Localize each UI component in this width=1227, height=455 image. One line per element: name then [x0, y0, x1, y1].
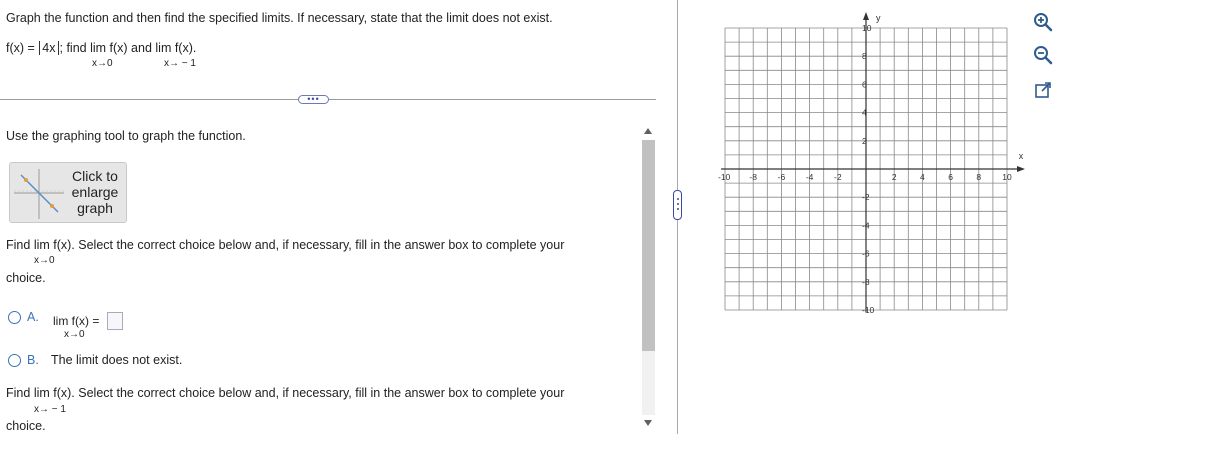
x-tick-label: -4 — [806, 172, 814, 182]
and-text: and — [127, 41, 156, 55]
question-1-prompt: Find lim f(x). Select the correct choice… — [6, 238, 564, 252]
y-tick-label: 10 — [862, 23, 872, 33]
option-b-label[interactable]: B. — [27, 353, 39, 367]
y-axis-label: y — [876, 13, 881, 23]
q1-limit: lim f(x). — [33, 238, 75, 252]
x-tick-label: 2 — [892, 172, 897, 182]
question-2-prompt: Find lim f(x). Select the correct choice… — [6, 386, 564, 400]
instructions-text: Graph the function and then find the spe… — [6, 11, 553, 25]
option-a-label[interactable]: A. — [27, 310, 39, 324]
q2-instructions: Select the correct choice below and, if … — [74, 386, 565, 400]
x-tick-label: -10 — [718, 172, 731, 182]
graph-instruction: Use the graphing tool to graph the funct… — [6, 129, 246, 143]
enlarge-graph-button[interactable]: Click to enlarge graph — [9, 162, 127, 223]
x-tick-label: 4 — [920, 172, 925, 182]
limit-1-subscript: x→0 — [92, 58, 113, 69]
option-b-text[interactable]: The limit does not exist. — [51, 353, 182, 367]
q2-choice-text: choice. — [6, 419, 46, 433]
limit-answer-input[interactable] — [107, 312, 123, 330]
x-tick-label: 6 — [948, 172, 953, 182]
x-tick-label: -2 — [834, 172, 842, 182]
q2-limit-subscript: x→ − 1 — [34, 404, 66, 415]
y-tick-label: 8 — [862, 51, 867, 61]
y-tick-label: 2 — [862, 136, 867, 146]
limit-1: lim f(x) — [90, 41, 128, 55]
x-tick-label: -8 — [749, 172, 757, 182]
more-options-button[interactable]: ••• — [298, 95, 329, 104]
splitter-handle[interactable] — [673, 190, 682, 220]
scroll-down-arrow-icon[interactable] — [643, 419, 653, 427]
y-tick-label: 4 — [862, 108, 867, 118]
graph-thumbnail-icon — [14, 169, 64, 219]
y-tick-label: 6 — [862, 79, 867, 89]
y-tick-label: -4 — [862, 220, 870, 230]
scrollbar-thumb[interactable] — [642, 140, 655, 351]
zoom-out-icon[interactable] — [1033, 45, 1053, 65]
y-axis-arrow-icon — [863, 12, 869, 20]
x-tick-label: 8 — [976, 172, 981, 182]
y-tick-label: -6 — [862, 249, 870, 259]
popout-icon[interactable] — [1033, 80, 1053, 100]
absolute-value-expression: 4x — [39, 41, 59, 55]
zoom-in-icon[interactable] — [1033, 12, 1053, 32]
function-prefix: f(x) = — [6, 41, 39, 55]
x-tick-label: -6 — [778, 172, 786, 182]
option-b-radio[interactable] — [8, 354, 21, 367]
y-tick-label: -8 — [862, 277, 870, 287]
function-statement: f(x) = 4x; find lim f(x) and lim f(x). — [6, 41, 196, 55]
option-a-subscript: x→0 — [64, 329, 85, 340]
x-axis-label: x — [1019, 151, 1024, 161]
limit-2: lim f(x). — [155, 41, 197, 55]
enlarge-graph-label: Click to enlarge graph — [71, 168, 119, 216]
x-axis-arrow-icon — [1017, 166, 1025, 172]
q2-find: Find — [6, 386, 31, 400]
y-tick-label: -10 — [862, 305, 875, 315]
x-tick-label: 10 — [1002, 172, 1012, 182]
q2-limit: lim f(x). — [33, 386, 75, 400]
q1-instructions: Select the correct choice below and, if … — [74, 238, 565, 252]
scroll-up-arrow-icon[interactable] — [643, 127, 653, 135]
q1-find: Find — [6, 238, 31, 252]
function-find-text: ; find — [59, 41, 91, 55]
q1-choice-text: choice. — [6, 271, 46, 285]
q1-limit-subscript: x→0 — [34, 255, 55, 266]
y-tick-label: -2 — [862, 192, 870, 202]
option-a-limit: lim f(x) = — [53, 314, 100, 328]
coordinate-grid[interactable]: x y -10 -8 -6 -4 -2 2 4 6 8 10 10 8 6 4 2 -2 -4 -6 -8 -10 — [714, 10, 1026, 320]
limit-2-subscript: x→ − 1 — [164, 58, 196, 69]
option-a-radio[interactable] — [8, 311, 21, 324]
